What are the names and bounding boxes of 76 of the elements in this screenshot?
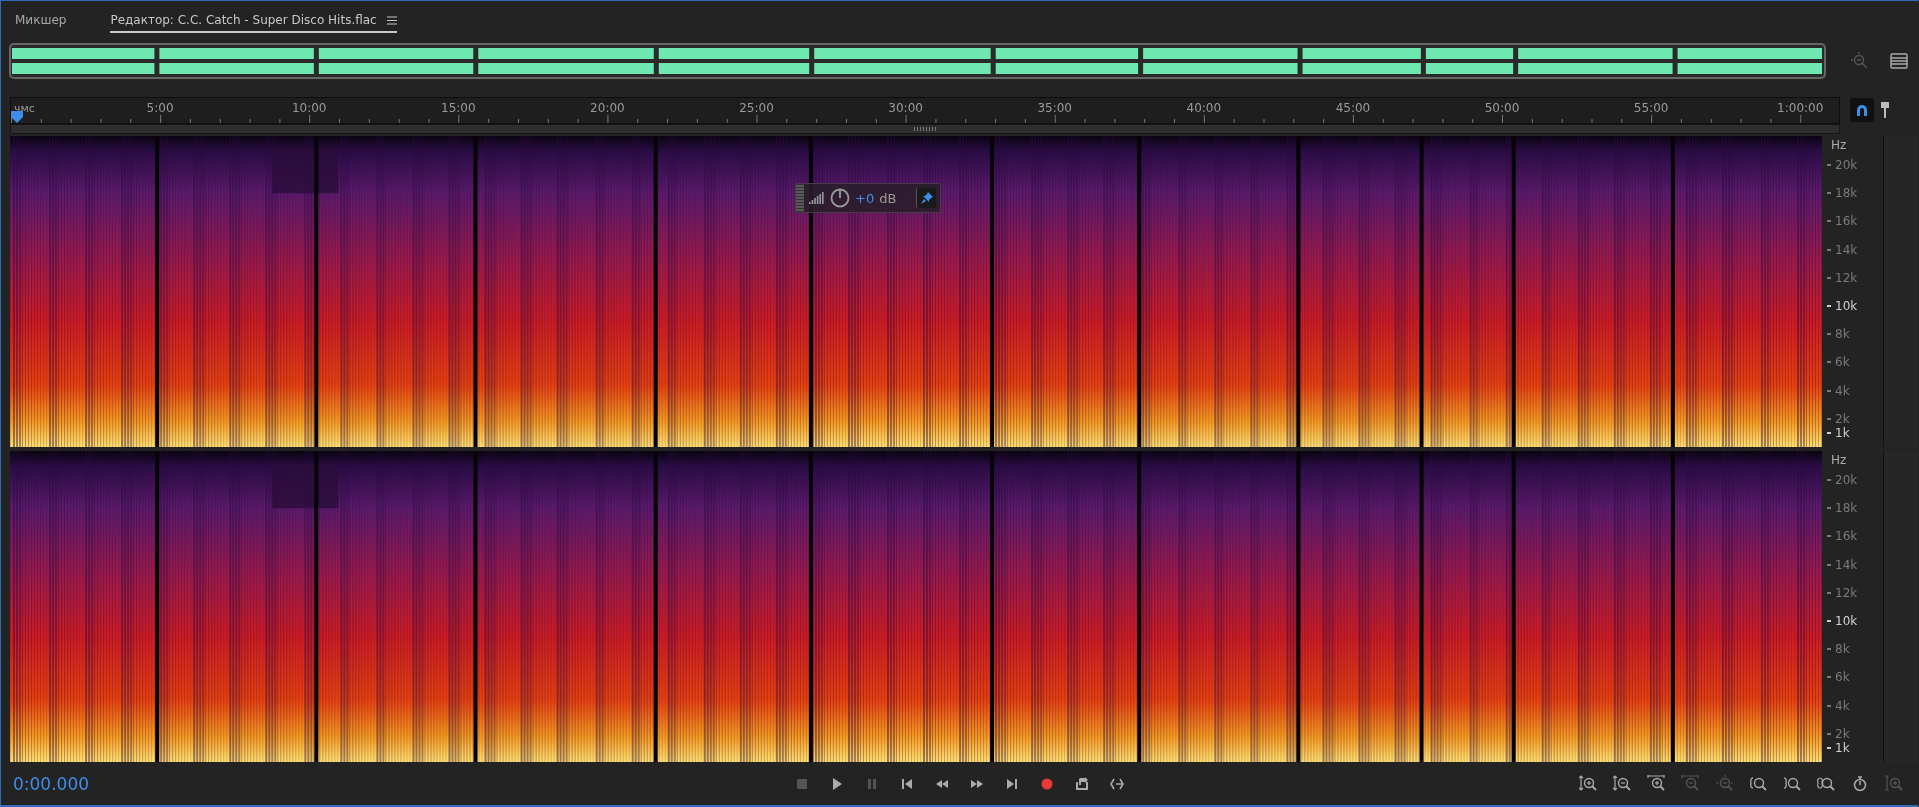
- menu-icon[interactable]: [386, 15, 397, 25]
- frequency-label: 10k: [1827, 613, 1858, 628]
- time-label: 50:00: [1484, 101, 1520, 115]
- frequency-unit-label: Hz: [1831, 453, 1847, 467]
- zoom-left-icon: [1749, 775, 1767, 792]
- time-label: 1:00:00: [1777, 101, 1824, 115]
- list-icon: [1889, 53, 1908, 69]
- frequency-label: 6k: [1827, 670, 1850, 685]
- panel-menu-button[interactable]: [1887, 51, 1910, 71]
- time-label: 30:00: [888, 101, 923, 115]
- time-label: 45:00: [1335, 101, 1371, 115]
- time-display: 0:00.000: [13, 773, 91, 794]
- level-meter-icon: [809, 192, 825, 204]
- zoom-edges-icon: [1817, 775, 1835, 792]
- magnet-icon: [1854, 102, 1870, 118]
- record-icon: [1040, 776, 1054, 791]
- frequency-label: 8k: [1827, 327, 1850, 342]
- frequency-label: 18k: [1827, 501, 1858, 516]
- frequency-label: 18k: [1827, 186, 1858, 201]
- editor-tab[interactable]: Микшер: [15, 9, 67, 33]
- time-label: 35:00: [1037, 101, 1072, 115]
- frequency-label: 1k: [1827, 425, 1850, 440]
- frequency-label: 4k: [1827, 383, 1850, 398]
- skip-arrows-icon: [1110, 776, 1124, 791]
- time-label: 20:00: [590, 101, 625, 115]
- marker-pin-icon[interactable]: [1880, 101, 1890, 119]
- snap-button[interactable]: [1850, 98, 1874, 122]
- editor-tab[interactable]: Редактор: C.C. Catch - Super Disco Hits.flac: [110, 9, 397, 33]
- frequency-label: 8k: [1827, 642, 1850, 657]
- stopwatch-icon: [1851, 775, 1869, 792]
- zoom-fit-icon: [1715, 775, 1733, 792]
- skip-back-icon: [900, 776, 914, 791]
- time-label: 25:00: [739, 101, 774, 115]
- frequency-unit-label: Hz: [1831, 138, 1847, 152]
- loop-icon: [1075, 776, 1089, 791]
- zoom-out-icon: [1613, 775, 1631, 792]
- skip-forward-icon: [1005, 776, 1019, 791]
- gain-unit: dB: [879, 190, 898, 206]
- time-label: 5:00: [146, 101, 174, 115]
- time-label: 10:00: [291, 101, 327, 115]
- frequency-label: 16k: [1827, 214, 1858, 229]
- time-label: 55:00: [1633, 101, 1669, 115]
- frequency-label: 14k: [1827, 557, 1858, 572]
- frequency-label: 12k: [1827, 270, 1858, 285]
- pause-icon: [865, 776, 879, 791]
- zoom-out-icon: [1850, 52, 1869, 70]
- frequency-label: 1k: [1827, 740, 1850, 755]
- frequency-label: 16k: [1827, 529, 1858, 544]
- zoom-in-icon: [1647, 775, 1665, 792]
- frequency-label: 4k: [1827, 698, 1850, 713]
- gain-value: +0: [855, 190, 875, 206]
- zoom-in-icon: [1885, 775, 1903, 792]
- frequency-label: 2k: [1827, 411, 1850, 426]
- frequency-label: 20k: [1827, 157, 1858, 172]
- zoom-in-icon: [1579, 775, 1597, 792]
- pin-icon: [920, 192, 933, 204]
- frequency-label: 20k: [1827, 472, 1858, 487]
- time-label: 15:00: [441, 101, 476, 115]
- drag-handle[interactable]: [796, 184, 804, 212]
- zoom-out-icon: [1681, 775, 1699, 792]
- scrollbar[interactable]: [10, 124, 1840, 134]
- knob-icon[interactable]: [830, 188, 850, 208]
- time-unit-label: чмс: [14, 102, 35, 115]
- time-label: 40:00: [1186, 101, 1222, 115]
- stop-icon: [795, 776, 809, 791]
- time-ruler[interactable]: чмс 5:00 10:00 15:00 20:00 25:00 30:00 35:00 40:00 45:00 50:00 55:00 1:00:00: [10, 97, 1840, 124]
- pin-button[interactable]: [916, 188, 936, 208]
- zoom-right-icon: [1783, 775, 1801, 792]
- frequency-label: 2k: [1827, 726, 1850, 741]
- volume-hud[interactable]: +0 dB: [795, 183, 941, 213]
- frequency-label: 10k: [1827, 298, 1858, 313]
- play-icon: [830, 776, 844, 791]
- frequency-label: 12k: [1827, 585, 1858, 600]
- waveform-overview-drawing[interactable]: [9, 43, 1826, 79]
- frequency-label: 6k: [1827, 355, 1850, 370]
- frequency-label: 14k: [1827, 242, 1858, 257]
